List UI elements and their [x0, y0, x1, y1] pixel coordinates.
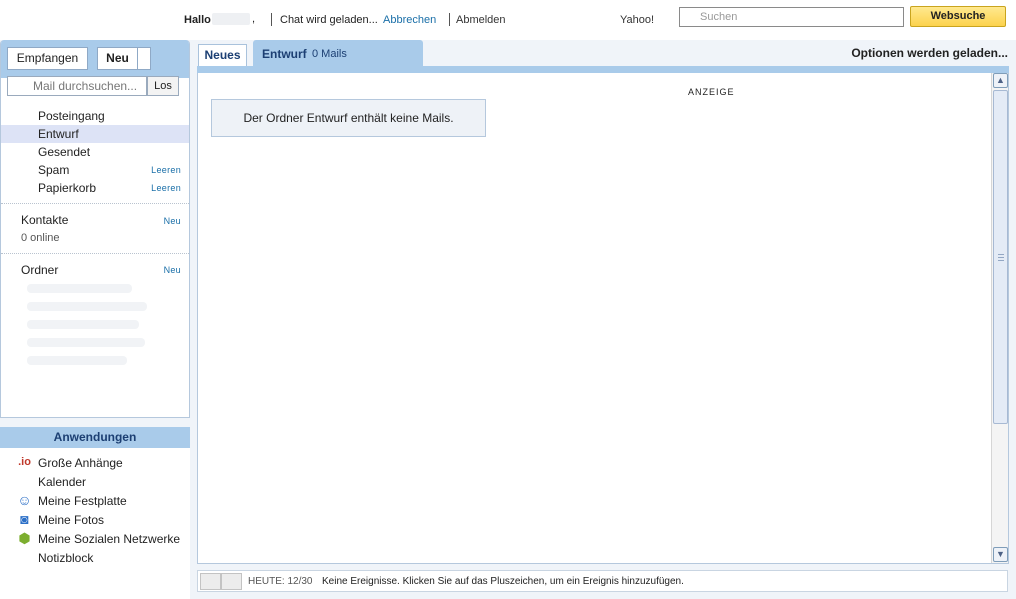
calendar-add-button[interactable] [221, 573, 242, 590]
hard-drive-mascot-icon: ☺ [17, 492, 32, 508]
section-divider [1, 253, 189, 254]
websearch-button[interactable]: Websuche [910, 6, 1006, 27]
mail-search-button[interactable]: Los [147, 76, 179, 96]
app-notepad[interactable]: Notizblock [0, 549, 188, 568]
app-label: Meine Fotos [38, 513, 105, 527]
new-contact-link[interactable]: Neu [164, 216, 181, 226]
app-label: Meine Festplatte [38, 494, 127, 508]
tab-drafts[interactable]: Entwurf 0 Mails [253, 40, 423, 68]
calendar-prev-button[interactable] [200, 573, 221, 590]
vertical-scrollbar[interactable]: ▲ ▼ [991, 73, 1008, 563]
options-status: Optionen werden geladen... [851, 46, 1008, 60]
scroll-down-arrow-icon[interactable]: ▼ [993, 547, 1008, 562]
empty-folder-message: Der Ordner Entwurf enthält keine Mails. [211, 99, 486, 137]
app-label: Große Anhänge [38, 456, 123, 470]
custom-folder-redacted[interactable] [27, 338, 145, 347]
app-label: Kalender [38, 475, 87, 489]
folder-trash[interactable]: Papierkorb Leeren [1, 179, 189, 197]
app-photos[interactable]: ◙ Meine Fotos [0, 511, 188, 530]
sidebar: Empfangen Neu Mail durchsuchen... Los Po… [0, 40, 190, 418]
calendar-bar: HEUTE: 12/30 Keine Ereignisse. Klicken S… [197, 570, 1008, 592]
folder-label: Gesendet [38, 145, 91, 159]
app-calendar[interactable]: Kalender [0, 473, 188, 492]
empty-trash-link[interactable]: Leeren [151, 183, 181, 193]
custom-folder-redacted[interactable] [27, 284, 132, 293]
section-divider [1, 203, 189, 204]
greeting-label: Hallo [184, 14, 211, 26]
chat-status: Chat wird geladen... [280, 14, 378, 26]
new-mail-button[interactable]: Neu [97, 47, 138, 70]
scroll-up-arrow-icon[interactable]: ▲ [993, 73, 1008, 88]
app-hard-drive[interactable]: ☺ Meine Festplatte [0, 492, 188, 511]
logout-link[interactable]: Abmelden [456, 14, 506, 26]
tab-news[interactable]: Neues [198, 44, 247, 66]
app-label: Meine Sozialen Netzwerke [38, 532, 181, 546]
folders-title: Ordner [21, 263, 59, 277]
yahoo-search-label: Yahoo! [620, 14, 655, 26]
io-icon: .io [18, 456, 31, 468]
folder-label: Spam [38, 163, 70, 177]
empty-spam-link[interactable]: Leeren [151, 165, 181, 175]
chat-cancel-link[interactable]: Abbrechen [383, 14, 436, 26]
hexagon-network-icon: ⬢ [18, 530, 31, 546]
folder-inbox[interactable]: Posteingang [1, 107, 189, 125]
applications-title: Anwendungen [0, 427, 190, 448]
tab-drafts-label: Entwurf [262, 47, 307, 61]
folder-drafts[interactable]: Entwurf [1, 125, 189, 143]
calendar-message: Keine Ereignisse. Klicken Sie auf das Pl… [322, 576, 684, 587]
message-list-area: ANZEIGE Der Ordner Entwurf enthält keine… [197, 73, 1009, 564]
custom-folder-redacted[interactable] [27, 302, 147, 311]
tab-drafts-count: 0 Mails [312, 48, 347, 60]
custom-folder-redacted[interactable] [27, 320, 139, 329]
receive-button[interactable]: Empfangen [7, 47, 88, 70]
scroll-thumb[interactable] [993, 90, 1008, 424]
camera-icon: ◙ [20, 511, 29, 527]
folder-label: Papierkorb [38, 181, 97, 195]
grip-icon [998, 254, 1004, 261]
folder-label: Posteingang [38, 109, 105, 123]
folder-label: Entwurf [38, 127, 79, 141]
app-label: Notizblock [38, 551, 94, 565]
calendar-today: HEUTE: 12/30 [248, 576, 313, 587]
mail-search-input[interactable]: Mail durchsuchen... [7, 76, 147, 96]
app-social-networks[interactable]: ⬢ Meine Sozialen Netzwerke [0, 530, 188, 549]
user-name-redacted [212, 13, 250, 25]
contacts-title[interactable]: Kontakte [21, 213, 68, 227]
new-folder-link[interactable]: Neu [164, 265, 181, 275]
main-tab-bar: Neues Entwurf 0 Mails Optionen werden ge… [196, 40, 1012, 68]
ad-label: ANZEIGE [688, 87, 735, 97]
divider [449, 13, 450, 26]
custom-folder-redacted[interactable] [27, 356, 127, 365]
web-search-input[interactable]: Suchen [679, 7, 904, 27]
greeting-comma: , [252, 13, 256, 25]
app-large-attachments[interactable]: .io Große Anhänge [0, 454, 188, 473]
new-mail-dropdown[interactable] [138, 47, 151, 70]
folder-sent[interactable]: Gesendet [1, 143, 189, 161]
tab-strip [197, 66, 1009, 73]
contacts-online-count: 0 online [21, 232, 60, 244]
folder-spam[interactable]: Spam Leeren [1, 161, 189, 179]
divider [271, 13, 272, 26]
top-bar: Hallo , Chat wird geladen... Abbrechen A… [0, 0, 1016, 40]
applications-panel: Anwendungen .io Große Anhänge Kalender ☺… [0, 427, 190, 599]
